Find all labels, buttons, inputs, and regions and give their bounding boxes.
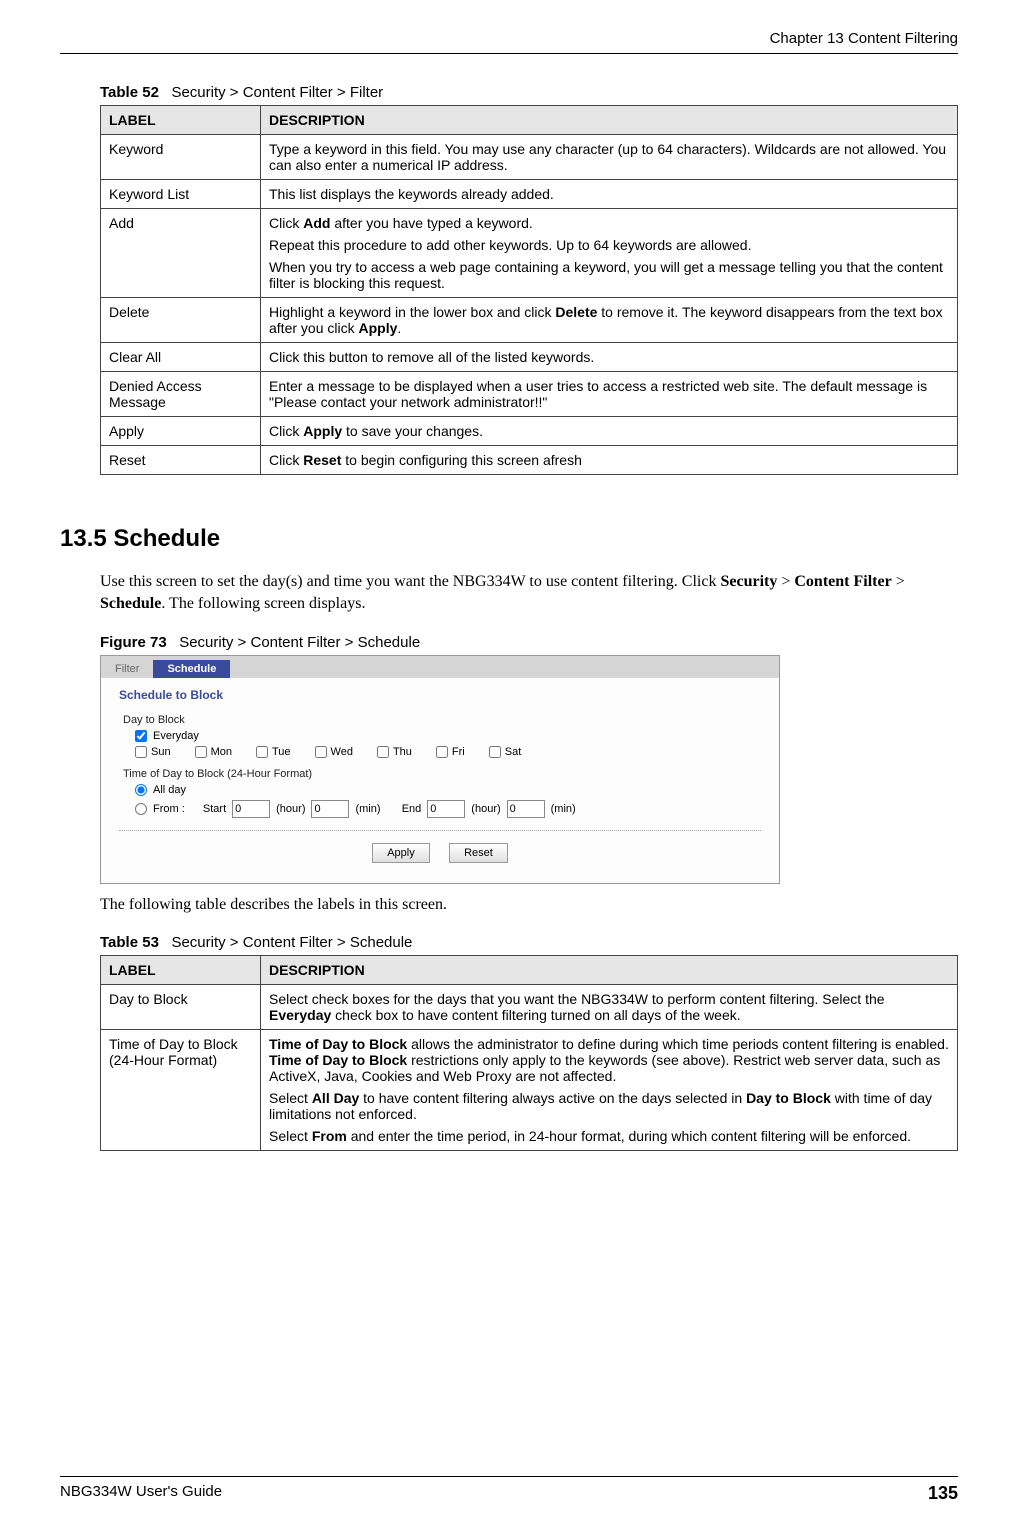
end-hour-input[interactable] bbox=[427, 800, 465, 818]
end-min-input[interactable] bbox=[507, 800, 545, 818]
row-label: Apply bbox=[101, 417, 261, 446]
row-label: Reset bbox=[101, 446, 261, 475]
table53-header-desc: DESCRIPTION bbox=[261, 956, 958, 985]
table-row: ResetClick Reset to begin configuring th… bbox=[101, 446, 958, 475]
tab-bar: Filter Schedule bbox=[101, 656, 779, 678]
mon-checkbox[interactable] bbox=[195, 746, 207, 758]
row-description: Click this button to remove all of the l… bbox=[261, 343, 958, 372]
tue-label: Tue bbox=[272, 746, 291, 758]
tab-filter[interactable]: Filter bbox=[101, 660, 153, 678]
table52-header-desc: DESCRIPTION bbox=[261, 106, 958, 135]
table-row: Keyword ListThis list displays the keywo… bbox=[101, 180, 958, 209]
end-hour-unit: (hour) bbox=[471, 803, 500, 815]
fri-label: Fri bbox=[452, 746, 465, 758]
table53-header-label: LABEL bbox=[101, 956, 261, 985]
from-label: From : bbox=[153, 803, 185, 815]
table53-number: Table 53 bbox=[100, 934, 159, 951]
table52: LABEL DESCRIPTION KeywordType a keyword … bbox=[100, 105, 958, 475]
tab-schedule[interactable]: Schedule bbox=[153, 660, 230, 678]
figure-caption: Figure 73 Security > Content Filter > Sc… bbox=[100, 634, 958, 651]
row-description: Time of Day to Block allows the administ… bbox=[261, 1030, 958, 1151]
table53-caption: Table 53 Security > Content Filter > Sch… bbox=[100, 934, 958, 951]
table-row: AddClick Add after you have typed a keyw… bbox=[101, 209, 958, 298]
sun-checkbox[interactable] bbox=[135, 746, 147, 758]
row-description: Click Apply to save your changes. bbox=[261, 417, 958, 446]
tue-checkbox[interactable] bbox=[256, 746, 268, 758]
table52-title: Security > Content Filter > Filter bbox=[171, 84, 383, 101]
thu-checkbox[interactable] bbox=[377, 746, 389, 758]
thu-label: Thu bbox=[393, 746, 412, 758]
start-label: Start bbox=[203, 803, 226, 815]
panel-title: Schedule to Block bbox=[119, 688, 761, 702]
table-row: ApplyClick Apply to save your changes. bbox=[101, 417, 958, 446]
reset-button[interactable]: Reset bbox=[449, 843, 508, 863]
row-description: Select check boxes for the days that you… bbox=[261, 985, 958, 1030]
page-number: 135 bbox=[928, 1483, 958, 1504]
figure-schedule-panel: Filter Schedule Schedule to Block Day to… bbox=[100, 655, 780, 884]
fri-checkbox[interactable] bbox=[436, 746, 448, 758]
table-row: Time of Day to Block (24-Hour Format)Tim… bbox=[101, 1030, 958, 1151]
row-label: Day to Block bbox=[101, 985, 261, 1030]
everyday-checkbox[interactable] bbox=[135, 730, 147, 742]
start-hour-unit: (hour) bbox=[276, 803, 305, 815]
table-row: KeywordType a keyword in this field. You… bbox=[101, 135, 958, 180]
table53-title: Security > Content Filter > Schedule bbox=[171, 934, 412, 951]
mon-label: Mon bbox=[211, 746, 232, 758]
row-label: Delete bbox=[101, 298, 261, 343]
table-row: DeleteHighlight a keyword in the lower b… bbox=[101, 298, 958, 343]
time-of-day-label: Time of Day to Block (24-Hour Format) bbox=[123, 768, 761, 780]
section-heading: 13.5 Schedule bbox=[60, 525, 958, 553]
apply-button[interactable]: Apply bbox=[372, 843, 430, 863]
table52-caption: Table 52 Security > Content Filter > Fil… bbox=[100, 84, 958, 101]
allday-radio[interactable] bbox=[135, 784, 147, 796]
wed-checkbox[interactable] bbox=[315, 746, 327, 758]
sun-label: Sun bbox=[151, 746, 171, 758]
chapter-header: Chapter 13 Content Filtering bbox=[60, 30, 958, 54]
separator bbox=[119, 830, 761, 831]
sat-label: Sat bbox=[505, 746, 522, 758]
everyday-label: Everyday bbox=[153, 730, 199, 742]
day-to-block-label: Day to Block bbox=[123, 714, 761, 726]
guide-name: NBG334W User's Guide bbox=[60, 1483, 222, 1504]
section-intro: Use this screen to set the day(s) and ti… bbox=[100, 571, 958, 616]
table53: LABEL DESCRIPTION Day to BlockSelect che… bbox=[100, 955, 958, 1151]
row-description: This list displays the keywords already … bbox=[261, 180, 958, 209]
row-description: Type a keyword in this field. You may us… bbox=[261, 135, 958, 180]
start-min-input[interactable] bbox=[311, 800, 349, 818]
table52-header-label: LABEL bbox=[101, 106, 261, 135]
row-label: Add bbox=[101, 209, 261, 298]
start-min-unit: (min) bbox=[355, 803, 380, 815]
row-description: Click Reset to begin configuring this sc… bbox=[261, 446, 958, 475]
row-description: Highlight a keyword in the lower box and… bbox=[261, 298, 958, 343]
table-row: Day to BlockSelect check boxes for the d… bbox=[101, 985, 958, 1030]
after-figure-text: The following table describes the labels… bbox=[100, 894, 958, 916]
allday-label: All day bbox=[153, 784, 186, 796]
start-hour-input[interactable] bbox=[232, 800, 270, 818]
figure-title: Security > Content Filter > Schedule bbox=[179, 634, 420, 651]
row-label: Keyword bbox=[101, 135, 261, 180]
sat-checkbox[interactable] bbox=[489, 746, 501, 758]
from-radio[interactable] bbox=[135, 803, 147, 815]
table52-number: Table 52 bbox=[100, 84, 159, 101]
row-description: Enter a message to be displayed when a u… bbox=[261, 372, 958, 417]
row-label: Time of Day to Block (24-Hour Format) bbox=[101, 1030, 261, 1151]
end-label: End bbox=[402, 803, 422, 815]
row-label: Clear All bbox=[101, 343, 261, 372]
table-row: Denied Access MessageEnter a message to … bbox=[101, 372, 958, 417]
row-label: Denied Access Message bbox=[101, 372, 261, 417]
page-footer: NBG334W User's Guide 135 bbox=[60, 1476, 958, 1504]
end-min-unit: (min) bbox=[551, 803, 576, 815]
row-description: Click Add after you have typed a keyword… bbox=[261, 209, 958, 298]
wed-label: Wed bbox=[331, 746, 353, 758]
row-label: Keyword List bbox=[101, 180, 261, 209]
figure-number: Figure 73 bbox=[100, 634, 167, 651]
table-row: Clear AllClick this button to remove all… bbox=[101, 343, 958, 372]
